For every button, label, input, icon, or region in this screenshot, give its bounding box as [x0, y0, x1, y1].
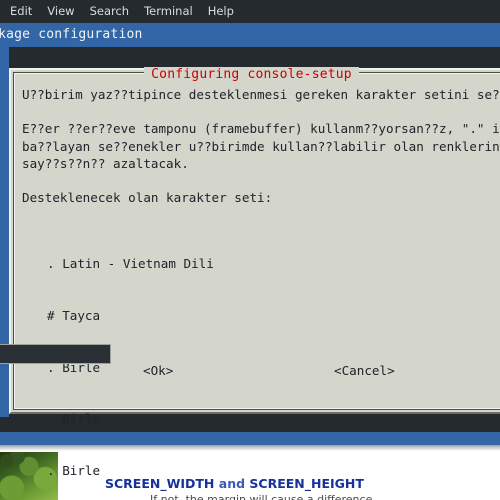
terminal-menubar: Edit View Search Terminal Help [0, 0, 500, 23]
dialog-paragraph-3: Desteklenecek olan karakter seti: [22, 190, 273, 206]
dialog-title: Configuring console-setup [144, 66, 359, 82]
dialog-paragraph-2-line-3: say??s??n?? azaltacak. [22, 155, 189, 171]
terminal-titlebar: Package configuration [0, 23, 500, 47]
dialog-paragraph-1: U??birim yaz??tipince desteklenmesi gere… [22, 87, 500, 102]
list-item-label: Birle [62, 462, 101, 478]
list-item-marker: . [47, 256, 55, 272]
list-item-label: Birle [62, 411, 101, 427]
list-item[interactable]: . Latin - Vietnam Dili [22, 255, 500, 272]
dialog-paragraph-2-line-2: ba??layan se??enekler u??birimde kullan?… [22, 138, 500, 154]
dialog-spacer-2 [22, 173, 30, 188]
terminal-title: Package configuration [0, 27, 143, 42]
menu-item-view[interactable]: View [47, 0, 74, 23]
menu-item-help[interactable]: Help [208, 0, 234, 23]
dialog-body-text: U??birim yaz??tipince desteklenmesi gere… [22, 86, 500, 206]
list-item-marker: . [47, 462, 55, 478]
cancel-button[interactable]: <Cancel> [334, 363, 395, 378]
list-item-label: Tayca [62, 308, 101, 323]
menubar-items: Edit View Search Terminal Help [10, 0, 234, 23]
list-item[interactable]: # Tayca [22, 307, 500, 324]
list-item[interactable]: . Birle [22, 462, 500, 479]
list-item-label: Latin - Vietnam Dili [62, 256, 214, 272]
list-item[interactable]: . Birle [22, 410, 500, 427]
menu-item-terminal[interactable]: Terminal [144, 0, 193, 23]
menu-item-search[interactable]: Search [90, 0, 130, 23]
screenshot-root: SCREEN_WIDTH and SCREEN_HEIGHT If not, t… [0, 0, 500, 500]
dialog-titlebar: Configuring console-setup [9, 65, 500, 83]
dark-overlay-box [0, 344, 111, 364]
menu-item-edit[interactable]: Edit [10, 0, 32, 23]
dialog-spacer-1 [22, 104, 30, 119]
dialog-paragraph-2-line-1: E??er ??er??eve tamponu (framebuffer) ku… [22, 121, 500, 137]
ok-button[interactable]: <Ok> [143, 363, 173, 378]
dialog-button-row: <Ok> <Cancel> [9, 363, 500, 383]
list-item-marker: . [47, 411, 55, 427]
list-item-marker: # [47, 308, 55, 323]
